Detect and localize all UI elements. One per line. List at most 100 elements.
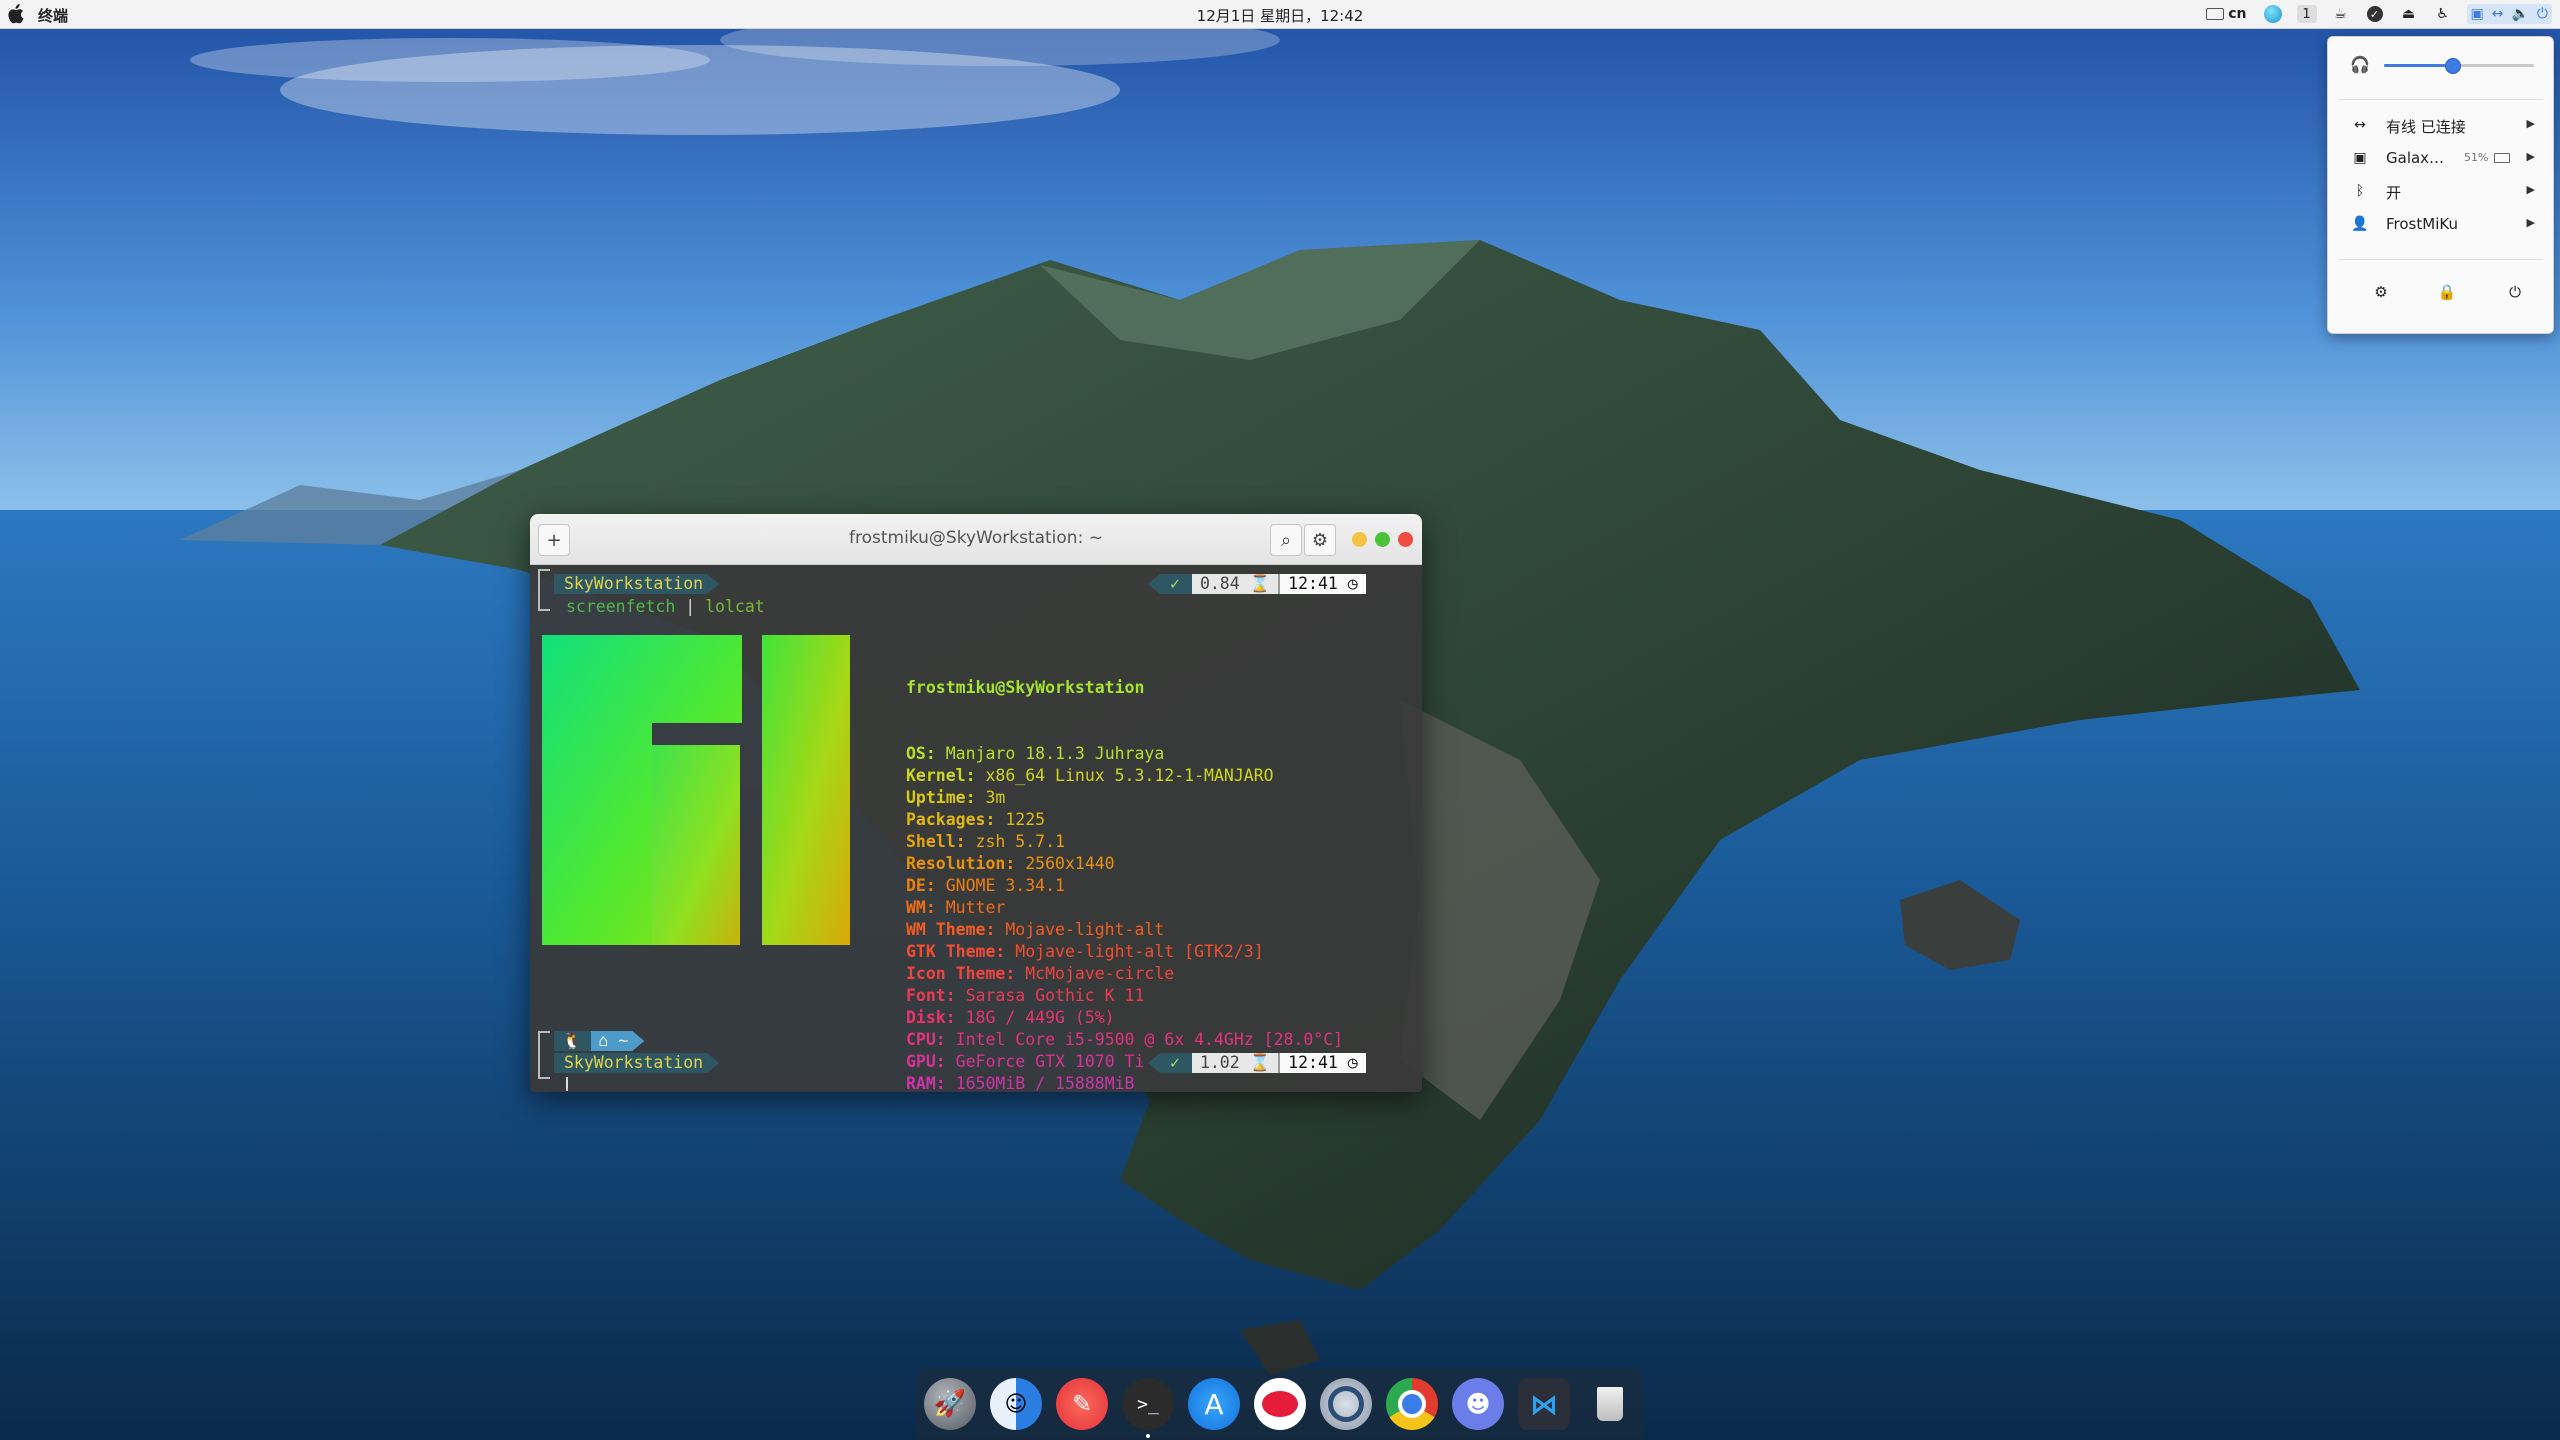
input-method-indicator[interactable]: cn <box>2204 4 2248 24</box>
system-info-row: Icon Theme: McMojave-circle <box>906 963 1343 985</box>
system-status-menu: 🎧 ↔ 有线 已连接 ▶ ▣ Galax… 51% ▶ ᛒ 开 ▶ 👤 Fros… <box>2327 36 2554 334</box>
terminal-content[interactable]: SkyWorkstation ✓ 0.84 ⌛ 12:41 ◷ screenfe… <box>530 565 1422 1092</box>
hourglass-icon: ⌛ <box>1249 1053 1271 1072</box>
minimize-button[interactable] <box>1352 532 1367 547</box>
maximize-button[interactable] <box>1375 532 1390 547</box>
volume-slider[interactable] <box>2384 58 2534 74</box>
app-store-icon: A <box>1204 1387 1224 1421</box>
user-host-line: frostmiku@SkyWorkstation <box>906 678 1145 697</box>
system-info-row: Disk: 18G / 449G (5%) <box>906 1007 1343 1029</box>
info-key: Packages: <box>906 810 996 829</box>
info-key: Icon Theme: <box>906 964 1016 983</box>
power-icon: ⏻ <box>2536 6 2548 22</box>
terminal-window: + frostmiku@SkyWorkstation: ~ ⌕ ⚙ SkyWor… <box>530 514 1422 1092</box>
dock-item-chat[interactable] <box>1254 1378 1306 1430</box>
rocket-icon: 🚀 <box>933 1389 967 1419</box>
dock-item-screenshot[interactable] <box>1320 1378 1372 1430</box>
dock-item-terminal[interactable]: >_ <box>1122 1378 1174 1430</box>
chevron-right-icon: ▶ <box>2526 216 2535 229</box>
coffee-cup-icon[interactable]: ☕ <box>2331 4 2351 24</box>
system-info-row: OS: Manjaro 18.1.3 Juhraya <box>906 743 1343 765</box>
clock-icon: ◷ <box>1347 1053 1358 1072</box>
info-value: Intel Core i5-9500 @ 6x 4.4GHz [28.0°C] <box>945 1030 1344 1049</box>
menu-item-connected-device[interactable]: ▣ Galax… 51% ▶ <box>2328 142 2553 174</box>
info-key: Font: <box>906 986 956 1005</box>
dock-item-chrome[interactable] <box>1386 1378 1438 1430</box>
prompt-load-average: 0.84 ⌛ <box>1191 574 1279 594</box>
terminal-icon: >_ <box>1137 1393 1159 1415</box>
system-info-row: RAM: 1650MiB / 15888MiB <box>906 1073 1343 1092</box>
system-info-row: Resolution: 2560x1440 <box>906 853 1343 875</box>
terminal-header-bar[interactable]: + frostmiku@SkyWorkstation: ~ ⌕ ⚙ <box>530 514 1422 565</box>
lock-icon: 🔒 <box>2437 283 2457 301</box>
check-circle-icon[interactable]: ✓ <box>2365 4 2385 24</box>
network-wired-icon: ↔ <box>2491 6 2504 22</box>
prompt-connector <box>538 569 550 611</box>
search-button[interactable]: ⌕ <box>1270 524 1302 556</box>
info-value: 1225 <box>995 810 1046 829</box>
info-value: GeForce GTX 1070 Ti <box>945 1052 1145 1071</box>
trash-icon <box>1597 1387 1623 1421</box>
info-key: Disk: <box>906 1008 956 1027</box>
accessibility-icon[interactable]: ♿ <box>2433 4 2453 24</box>
power-icon: ⏻ <box>2509 283 2521 301</box>
prompt-status-check: ✓ <box>1148 1053 1192 1073</box>
system-info-row: Shell: zsh 5.7.1 <box>906 831 1343 853</box>
menu-item-user[interactable]: 👤 FrostMiKu ▶ <box>2328 208 2553 240</box>
vscode-icon: ⋈ <box>1530 1387 1558 1421</box>
info-value: GNOME 3.34.1 <box>935 876 1065 895</box>
pencil-icon: ✎ <box>1071 1390 1093 1418</box>
menu-item-label: 开 <box>2386 184 2402 202</box>
command-arg: lolcat <box>705 597 765 616</box>
system-info-row: Uptime: 3m <box>906 787 1343 809</box>
prompt-status-segment: ✓ 1.02 ⌛ 12:41 ◷ <box>1148 1053 1366 1073</box>
bubble-chat-icon <box>1262 1391 1298 1417</box>
info-value: 3m <box>975 788 1006 807</box>
prompt-status-segment: ✓ 0.84 ⌛ 12:41 ◷ <box>1148 574 1366 594</box>
status-menu-toggle[interactable]: ▣ ↔ 🔈 ⏻ <box>2466 4 2552 24</box>
terminal-menu-button[interactable]: ⚙ <box>1304 524 1336 556</box>
dock-item-discord[interactable]: ☻ <box>1452 1378 1504 1430</box>
menu-separator <box>2338 259 2543 260</box>
command-pipe: | <box>685 597 696 616</box>
dock-item-app-store[interactable]: A <box>1188 1378 1240 1430</box>
info-key: Shell: <box>906 832 966 851</box>
phone-connect-icon: ▣ <box>2470 6 2484 22</box>
desktop: 终端 12月1日 星期日，12:42 cn 1 ☕ ✓ ⏏ ♿ ▣ ↔ 🔈 ⏻ … <box>0 0 2560 1440</box>
info-value: zsh 5.7.1 <box>965 832 1065 851</box>
gear-icon: ⚙ <box>2374 283 2388 301</box>
text-cursor <box>566 1077 568 1091</box>
info-value: x86_64 Linux 5.3.12-1-MANJARO <box>975 766 1274 785</box>
volume-row: 🎧 <box>2350 53 2540 77</box>
chevron-right-icon: ▶ <box>2526 117 2535 130</box>
power-button[interactable]: ⏻ <box>2500 277 2530 307</box>
dock: 🚀 ☺ ✎ >_ A ☻ ⋈ <box>916 1368 1644 1440</box>
dock-item-finder[interactable]: ☺ <box>990 1378 1042 1430</box>
lock-button[interactable]: 🔒 <box>2432 277 2462 307</box>
eject-icon[interactable]: ⏏ <box>2399 4 2419 24</box>
settings-button[interactable]: ⚙ <box>2366 277 2396 307</box>
dock-item-vscode[interactable]: ⋈ <box>1518 1378 1570 1430</box>
dock-item-launchpad[interactable]: 🚀 <box>924 1378 976 1430</box>
dock-item-trash[interactable] <box>1584 1378 1636 1430</box>
globe-icon[interactable] <box>2263 4 2283 24</box>
menu-item-bluetooth[interactable]: ᛒ 开 ▶ <box>2328 175 2553 207</box>
linux-icon: 🐧 <box>554 1031 591 1051</box>
close-button[interactable] <box>1398 532 1413 547</box>
phone-connect-icon: ▣ <box>2353 150 2367 166</box>
system-info: frostmiku@SkyWorkstation OS: Manjaro 18.… <box>906 633 1343 1092</box>
search-icon: ⌕ <box>1280 529 1292 551</box>
info-value: 2560x1440 <box>1015 854 1115 873</box>
prompt-clock: 12:41 ◷ <box>1278 574 1366 594</box>
info-key: Resolution: <box>906 854 1016 873</box>
info-value: Mojave-light-alt [GTK2/3] <box>1005 942 1264 961</box>
prompt-load-average: 1.02 ⌛ <box>1191 1053 1279 1073</box>
volume-slider-handle[interactable] <box>2444 58 2461 74</box>
info-key: DE: <box>906 876 936 895</box>
menu-item-wired-network[interactable]: ↔ 有线 已连接 ▶ <box>2328 109 2553 141</box>
workspace-indicator[interactable]: 1 <box>2296 5 2317 23</box>
dock-item-text-editor[interactable]: ✎ <box>1056 1378 1108 1430</box>
input-language: cn <box>2228 6 2247 22</box>
running-indicator <box>1146 1434 1150 1438</box>
clock[interactable]: 12月1日 星期日，12:42 <box>0 5 2560 26</box>
